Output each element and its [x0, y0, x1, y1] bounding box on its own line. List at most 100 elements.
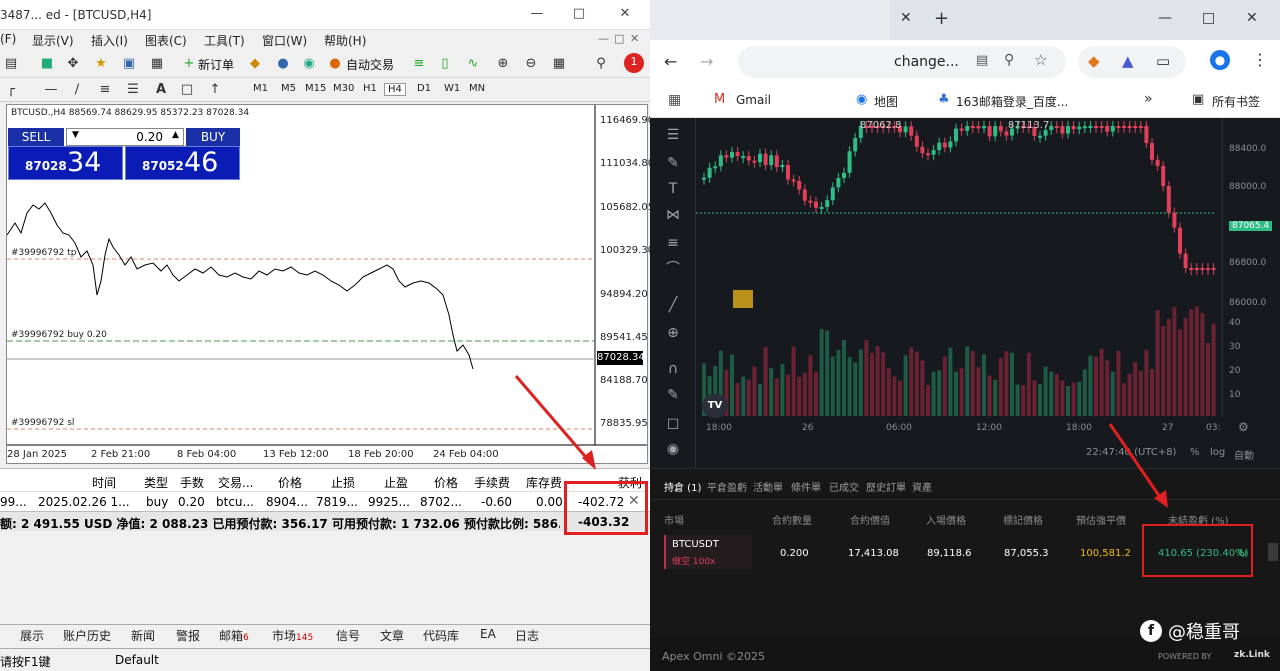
buy-button[interactable]: BUY [186, 128, 240, 146]
mdi-minimize-icon[interactable]: — [598, 32, 609, 45]
tab-assets[interactable]: 資產 [912, 479, 932, 494]
buy-price-button[interactable]: 87052 46 [125, 146, 240, 180]
menu-help[interactable]: 帮助(H) [324, 32, 366, 49]
arrows-icon[interactable]: ↑ [206, 81, 224, 99]
col-lots[interactable]: 手数 [180, 474, 204, 491]
tab-trade[interactable]: 展示 [20, 627, 44, 644]
terminal-icon[interactable]: ▦ [148, 55, 166, 73]
menu-view[interactable]: 显示(V) [32, 32, 74, 49]
browser-menu-icon[interactable]: ⋮ [1252, 50, 1268, 69]
tf-h4[interactable]: H4 [384, 83, 406, 96]
col-swap[interactable]: 库存费 [526, 474, 562, 491]
metamask-icon[interactable]: ◆ [1088, 52, 1100, 70]
tradingview-chart[interactable]: ☰ ✎ T ⋈ ≡ ⌒ ╱ ⊕ ∩ ✎ ☐ ◉ TV 87062.8 87113… [650, 118, 1280, 468]
chart-settings-icon[interactable]: ⚙ [1238, 420, 1249, 434]
search-icon[interactable]: ⚲ [592, 55, 610, 73]
tab-experts[interactable]: EA [480, 627, 496, 641]
auto-trading-button[interactable]: 自动交易 [346, 56, 394, 73]
channel-icon[interactable]: ≡ [96, 81, 114, 99]
tab-articles[interactable]: 文章 [380, 627, 404, 644]
favorites-icon[interactable]: ★ [92, 55, 110, 73]
zoom-in-icon[interactable]: ⊕ [494, 55, 512, 73]
globe-icon[interactable]: ◉ [300, 55, 318, 73]
browser-close-icon[interactable]: ✕ [1246, 10, 1258, 26]
cursor-icon[interactable]: ┌ [2, 81, 20, 99]
bookmark-star-icon[interactable]: ☆ [1034, 51, 1047, 69]
address-bar[interactable]: change... ▤ ⚲ ☆ [738, 46, 1066, 78]
log-toggle[interactable]: log [1210, 447, 1225, 458]
minimize-icon[interactable]: — [528, 5, 546, 23]
menu-tools[interactable]: 工具(T) [204, 32, 245, 49]
curve-icon[interactable]: ⌒ [664, 260, 682, 278]
pattern-icon[interactable]: ⋈ [664, 206, 682, 224]
tab-journal[interactable]: 日志 [515, 627, 539, 644]
tradingview-logo[interactable]: TV [702, 394, 728, 418]
back-icon[interactable]: ← [664, 52, 677, 71]
label-icon[interactable]: □ [178, 81, 196, 99]
panel-scroll-handle[interactable] [1268, 543, 1278, 561]
baidu-icon[interactable]: ♣ [938, 92, 950, 107]
editor-icon[interactable]: ◆ [246, 55, 264, 73]
wallet-extension-icon[interactable]: ▲ [1122, 52, 1134, 70]
tab-close-icon[interactable]: ✕ [900, 10, 912, 26]
data-window-icon[interactable]: ▣ [120, 55, 138, 73]
magnet-icon[interactable]: ∩ [664, 360, 682, 378]
community-icon[interactable]: ● [274, 55, 292, 73]
tf-mn[interactable]: MN [466, 83, 488, 94]
crosshair-icon[interactable]: ☰ [664, 126, 682, 144]
tf-m15[interactable]: M15 [302, 83, 329, 94]
folder-icon[interactable]: ▣ [1192, 92, 1204, 107]
col-sl[interactable]: 止损 [331, 474, 355, 491]
bookmark-163[interactable]: 163邮箱登录_百度... [956, 93, 1068, 110]
notification-icon[interactable]: 1 [624, 53, 644, 73]
bookmark-maps[interactable]: 地图 [874, 93, 898, 110]
menu-window[interactable]: 窗口(W) [262, 32, 307, 49]
sell-button[interactable]: SELL [8, 128, 64, 146]
fibo-icon[interactable]: ☰ [124, 81, 142, 99]
tab-alerts[interactable]: 警报 [176, 627, 200, 644]
position-market-cell[interactable]: BTCUSDT 做空 100x [664, 535, 752, 569]
auto-trading-icon[interactable]: ● [326, 55, 344, 73]
tab-conditional[interactable]: 條件單 [791, 479, 821, 494]
mdi-close-icon[interactable]: ✕ [630, 32, 639, 45]
zoom-icon[interactable]: ⚲ [1004, 52, 1014, 68]
market-watch-icon[interactable]: ■ [38, 55, 56, 73]
extensions-icon[interactable]: ▭ [1156, 52, 1170, 70]
lot-size-input[interactable]: 0.20 [66, 128, 184, 146]
maps-icon[interactable]: ◉ [856, 92, 867, 107]
tab-order-history[interactable]: 歷史訂單 [866, 479, 906, 494]
line-chart-icon[interactable]: ∿ [464, 55, 482, 73]
tile-windows-icon[interactable]: ▦ [550, 55, 568, 73]
text-icon[interactable]: A [152, 81, 170, 99]
tf-m5[interactable]: M5 [278, 83, 299, 94]
tf-m1[interactable]: M1 [250, 83, 271, 94]
tab-code-base[interactable]: 代码库 [423, 627, 459, 644]
tab-closed-pnl[interactable]: 平倉盈虧 [707, 479, 747, 494]
candle-chart-icon[interactable]: ▯ [436, 55, 454, 73]
lock-drawing-icon[interactable]: ✎ [664, 386, 682, 404]
bar-chart-icon[interactable]: ≡ [410, 55, 428, 73]
translate-icon[interactable]: ▤ [976, 53, 988, 68]
tf-h1[interactable]: H1 [360, 83, 380, 94]
new-chart-icon[interactable]: ▤ [2, 55, 20, 73]
browser-tab-active[interactable] [650, 0, 890, 40]
col-tp[interactable]: 止盈 [384, 474, 408, 491]
apps-icon[interactable]: ▦ [668, 92, 681, 108]
text-tool-icon[interactable]: T [664, 180, 682, 198]
tab-signals[interactable]: 信号 [336, 627, 360, 644]
tf-m30[interactable]: M30 [330, 83, 357, 94]
tf-d1[interactable]: D1 [414, 83, 434, 94]
eye-icon[interactable]: ◉ [664, 440, 682, 458]
zoom-tool-icon[interactable]: ⊕ [664, 324, 682, 342]
fib-icon[interactable]: ≡ [664, 234, 682, 252]
new-order-button[interactable]: 新订单 [198, 56, 234, 73]
sell-price-button[interactable]: 87028 34 [8, 146, 123, 180]
tf-w1[interactable]: W1 [441, 83, 463, 94]
col-price[interactable]: 价格 [278, 474, 302, 491]
col-price2[interactable]: 价格 [434, 474, 458, 491]
lock-icon[interactable]: ☐ [664, 416, 682, 434]
tab-active-orders[interactable]: 活動單 [753, 479, 783, 494]
col-commission[interactable]: 手续费 [474, 474, 510, 491]
gmail-icon[interactable]: M [714, 92, 725, 107]
tab-mailbox[interactable]: 邮箱6 [219, 627, 249, 644]
